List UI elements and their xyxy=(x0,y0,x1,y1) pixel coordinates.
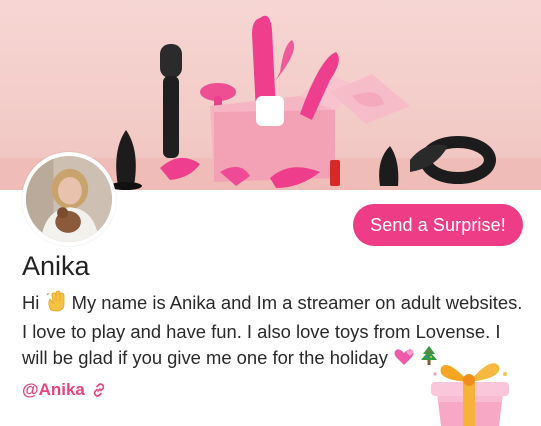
bio-line-2: I love to play and have fun. I also love… xyxy=(22,321,501,342)
profile-handle: @Anika xyxy=(22,380,85,399)
waving-hand-icon xyxy=(45,290,67,319)
bio-line-1-start: Hi xyxy=(22,292,40,313)
bio-line-3: will be glad if you give me one for the … xyxy=(22,347,388,368)
gift-box-icon xyxy=(425,352,515,426)
two-hearts-icon xyxy=(393,347,415,374)
avatar-photo xyxy=(26,156,112,242)
link-icon xyxy=(91,382,107,398)
bio-line-1-rest: My name is Anika and Im a streamer on ad… xyxy=(71,292,523,313)
avatar[interactable] xyxy=(22,152,116,246)
send-surprise-button[interactable]: Send a Surprise! xyxy=(353,204,523,246)
profile-name: Anika xyxy=(22,251,90,281)
profile-handle-link[interactable]: @Anika xyxy=(22,380,107,400)
